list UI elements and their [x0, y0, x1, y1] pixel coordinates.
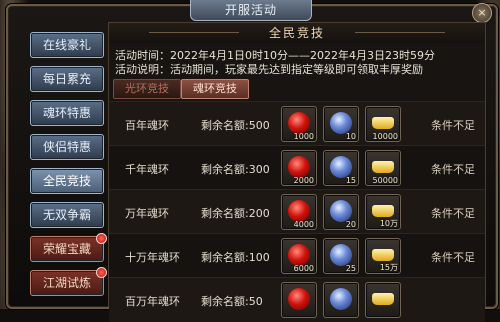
table-row: 十万年魂环 剩余名额:100 6000 25 15万 条件不足: [109, 233, 485, 278]
reward-qty: 15万: [379, 263, 398, 272]
reward-qty: 25: [345, 264, 356, 273]
reward-slot[interactable]: 15: [323, 150, 359, 186]
blue-crystal-orb-icon: [330, 288, 352, 310]
tier-name: 十万年魂环: [125, 251, 180, 264]
red-soul-orb-icon: [288, 244, 310, 266]
remaining-slots: 剩余名额:300: [201, 163, 270, 176]
sidebar-item-label: 江湖试炼: [42, 276, 91, 290]
sidebar-item-trial[interactable]: 江湖试炼: [30, 267, 107, 296]
sidebar-item-label: 全民竞技: [42, 174, 91, 188]
sidebar-item-label: 每日累充: [42, 72, 91, 86]
reward-qty: 1000: [293, 132, 314, 141]
activity-description: 活动说明：活动期间，玩家最先达到指定等级即可领取丰厚奖励: [115, 63, 423, 76]
blue-crystal-orb-icon: [330, 112, 352, 134]
content-panel: 全民竞技 活动时间：2022年4月1日0时10分——2022年4月3日23时59…: [108, 22, 486, 322]
sidebar-item-soulring-deal[interactable]: 魂环特惠: [30, 100, 104, 126]
remaining-slots: 剩余名额:200: [201, 207, 270, 220]
reward-slot[interactable]: 20: [323, 194, 359, 230]
remaining-slots: 剩余名额:100: [201, 251, 270, 264]
gold-ingot-icon: [372, 117, 394, 129]
reward-qty: 10: [345, 132, 356, 141]
tier-name: 万年魂环: [125, 207, 169, 220]
reward-qty: 2000: [293, 176, 314, 185]
reward-slot[interactable]: 4000: [281, 194, 317, 230]
reward-slot[interactable]: 10万: [365, 194, 401, 230]
red-soul-orb-icon: [288, 200, 310, 222]
gold-ingot-icon: [372, 293, 394, 305]
tier-name: 百万年魂环: [125, 295, 180, 308]
reward-qty: 20: [345, 220, 356, 229]
sidebar-item-online-gifts[interactable]: 在线豪礼: [30, 32, 104, 58]
reward-slot[interactable]: 15万: [365, 238, 401, 274]
reward-qty: 15: [345, 176, 356, 185]
reward-slot[interactable]: 50000: [365, 150, 401, 186]
remaining-slots: 剩余名额:500: [201, 119, 270, 132]
sidebar-item-supremacy[interactable]: 无双争霸: [30, 202, 104, 228]
tier-name: 百年魂环: [125, 119, 169, 132]
window-title: 开服活动: [190, 0, 312, 21]
reward-slot[interactable]: 10: [323, 106, 359, 142]
gold-ingot-icon: [372, 161, 394, 173]
table-row: 千年魂环 剩余名额:300 2000 15 50000 条件不足: [109, 145, 485, 190]
sidebar-item-label: 侠侣特惠: [42, 140, 91, 154]
reward-qty: 50000: [372, 176, 398, 185]
status-text: 条件不足: [431, 119, 475, 132]
panel-title: 全民竞技: [109, 23, 485, 43]
notification-dot-icon: [96, 267, 107, 278]
reward-qty: 4000: [293, 220, 314, 229]
tab-halo-competition[interactable]: 光环竞技: [113, 79, 181, 99]
tier-name: 千年魂环: [125, 163, 169, 176]
red-soul-orb-icon: [288, 156, 310, 178]
status-text: 条件不足: [431, 163, 475, 176]
red-soul-orb-icon: [288, 112, 310, 134]
blue-crystal-orb-icon: [330, 156, 352, 178]
sidebar-item-competition[interactable]: 全民竞技: [30, 168, 104, 194]
reward-qty: 10万: [379, 219, 398, 228]
reward-slot[interactable]: 1000: [281, 106, 317, 142]
reward-slot[interactable]: 25: [323, 238, 359, 274]
reward-slot[interactable]: 6000: [281, 238, 317, 274]
sidebar-item-label: 无双争霸: [42, 208, 91, 222]
reward-slot[interactable]: [323, 282, 359, 318]
sidebar-item-label: 在线豪礼: [42, 38, 91, 52]
sidebar-item-label: 魂环特惠: [42, 106, 91, 120]
sidebar-item-partner-deal[interactable]: 侠侣特惠: [30, 134, 104, 160]
remaining-slots: 剩余名额:50: [201, 295, 263, 308]
sidebar-item-glory-treasure[interactable]: 荣耀宝藏: [30, 233, 107, 262]
reward-slot[interactable]: [365, 282, 401, 318]
notification-dot-icon: [96, 233, 107, 244]
reward-slot[interactable]: [281, 282, 317, 318]
reward-qty: 10000: [372, 132, 398, 141]
sidebar-item-daily-recharge[interactable]: 每日累充: [30, 66, 104, 92]
gold-ingot-icon: [372, 249, 394, 261]
reward-slot[interactable]: 2000: [281, 150, 317, 186]
gold-ingot-icon: [372, 205, 394, 217]
table-row: 百万年魂环 剩余名额:50: [109, 277, 485, 322]
reward-slot[interactable]: 10000: [365, 106, 401, 142]
reward-qty: 6000: [293, 264, 314, 273]
sidebar: 在线豪礼 每日累充 魂环特惠 侠侣特惠 全民竞技 无双争霸 荣耀宝藏 江湖试炼: [30, 28, 107, 298]
sidebar-item-label: 荣耀宝藏: [42, 242, 91, 256]
status-text: 条件不足: [431, 251, 475, 264]
status-text: 条件不足: [431, 207, 475, 220]
red-soul-orb-icon: [288, 288, 310, 310]
close-icon[interactable]: ×: [472, 3, 492, 23]
blue-crystal-orb-icon: [330, 244, 352, 266]
table-row: 百年魂环 剩余名额:500 1000 10 10000 条件不足: [109, 101, 485, 146]
blue-crystal-orb-icon: [330, 200, 352, 222]
table-row: 万年魂环 剩余名额:200 4000 20 10万 条件不足: [109, 189, 485, 234]
tab-soulring-competition[interactable]: 魂环竞技: [181, 79, 249, 99]
